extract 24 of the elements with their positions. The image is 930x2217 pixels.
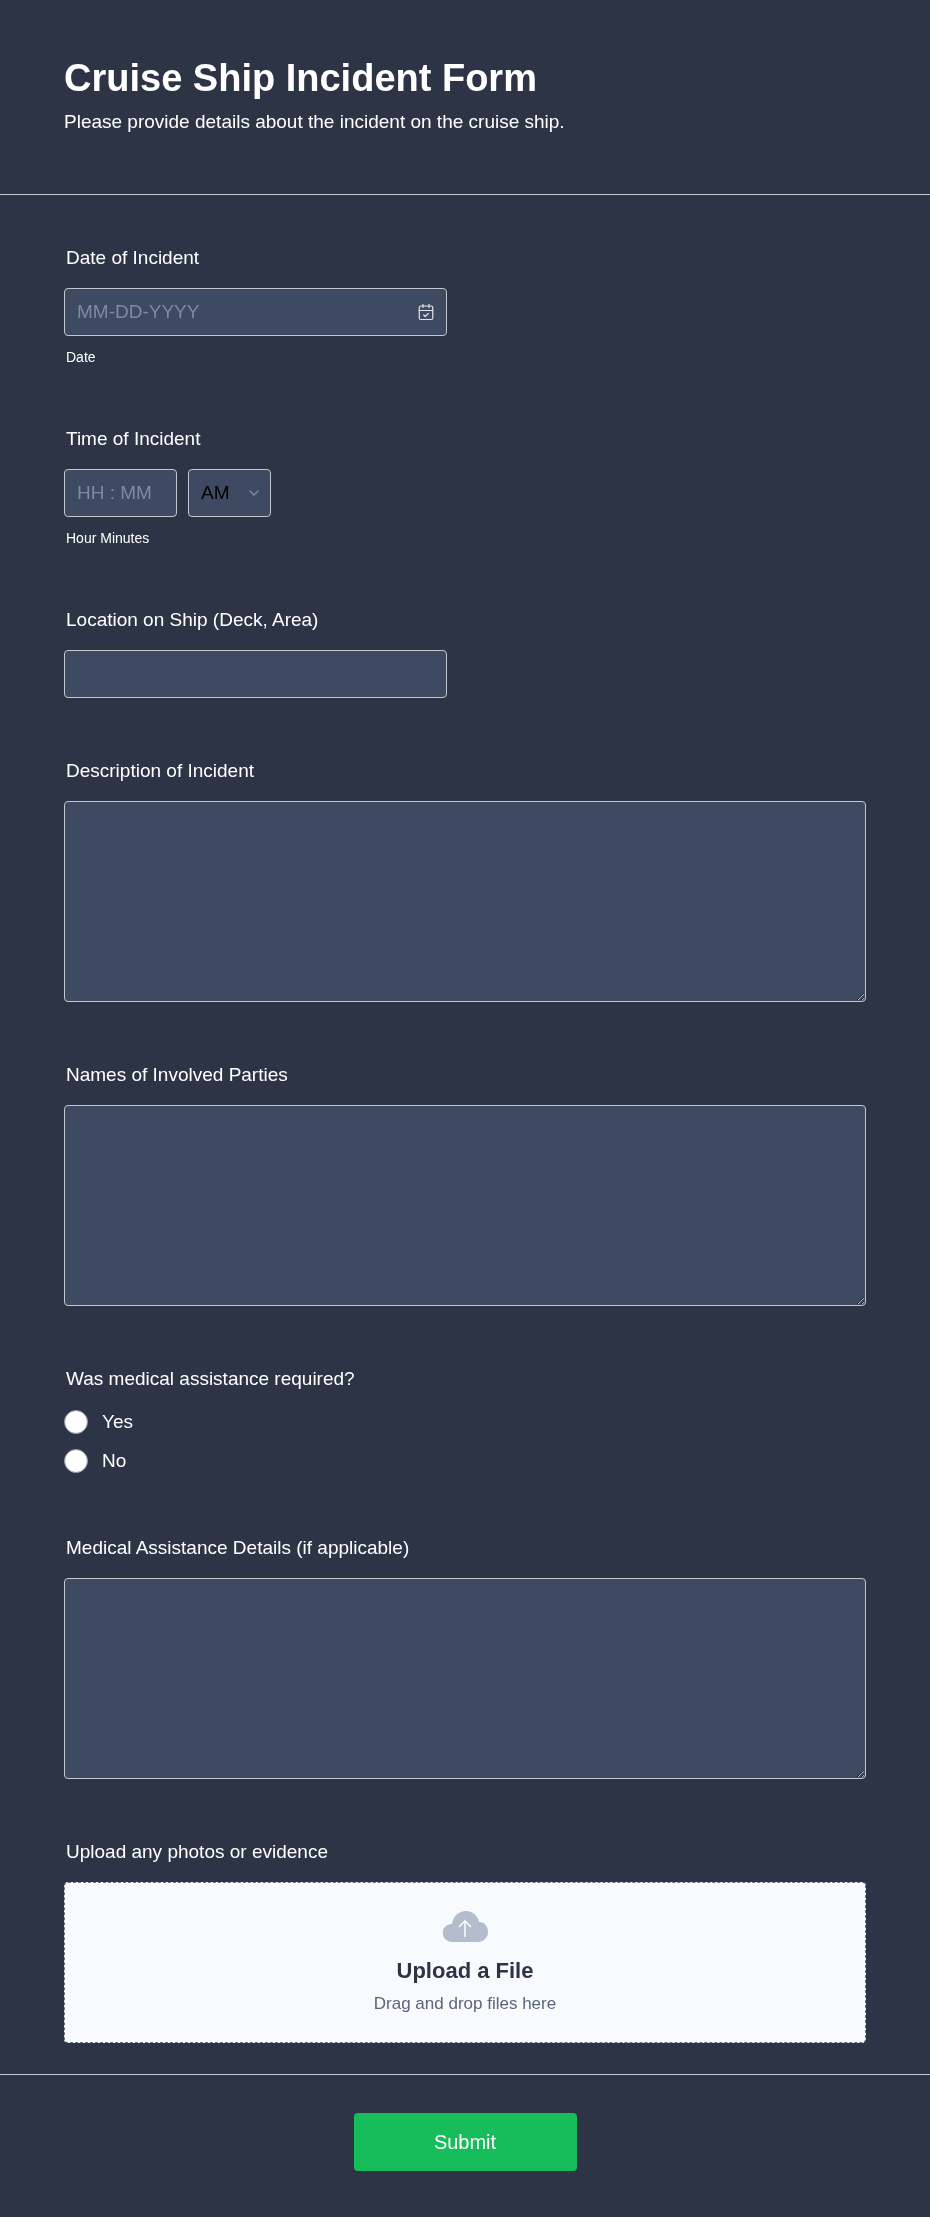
field-label: Date of Incident	[66, 246, 201, 270]
radio-label[interactable]: Yes	[102, 1407, 133, 1437]
cloud-upload-icon	[441, 1909, 489, 1943]
form-title: Cruise Ship Incident Form	[64, 56, 538, 100]
field-label: Description of Incident	[66, 759, 255, 783]
upload-title: Upload a File	[396, 1957, 534, 1985]
field-label: Medical Assistance Details (if applicable)	[66, 1536, 411, 1560]
field-sublabel: Date	[66, 348, 96, 366]
radio-button[interactable]	[64, 1410, 88, 1434]
field-label: Upload any photos or evidence	[66, 1840, 329, 1864]
field-label: Names of Involved Parties	[66, 1063, 289, 1087]
radio-label[interactable]: No	[102, 1446, 127, 1476]
date-field[interactable]: MM-DD-YYYY	[64, 288, 447, 336]
text-field[interactable]	[64, 650, 447, 698]
form-subtitle: Please provide details about the incident on the cruise ship.	[64, 110, 566, 134]
upload-hint: Drag and drop files here	[373, 1993, 557, 2015]
upload-dropzone[interactable]: Upload a File Drag and drop files here	[64, 1882, 866, 2043]
field-label: Time of Incident	[66, 427, 202, 451]
field-sublabel: Hour Minutes	[66, 529, 150, 547]
field-label: Was medical assistance required?	[66, 1367, 356, 1391]
radio-button[interactable]	[64, 1449, 88, 1473]
field-label: Location on Ship (Deck, Area)	[66, 608, 320, 632]
time-field[interactable]: HH : MM	[64, 469, 177, 517]
calendar-icon	[417, 303, 435, 321]
